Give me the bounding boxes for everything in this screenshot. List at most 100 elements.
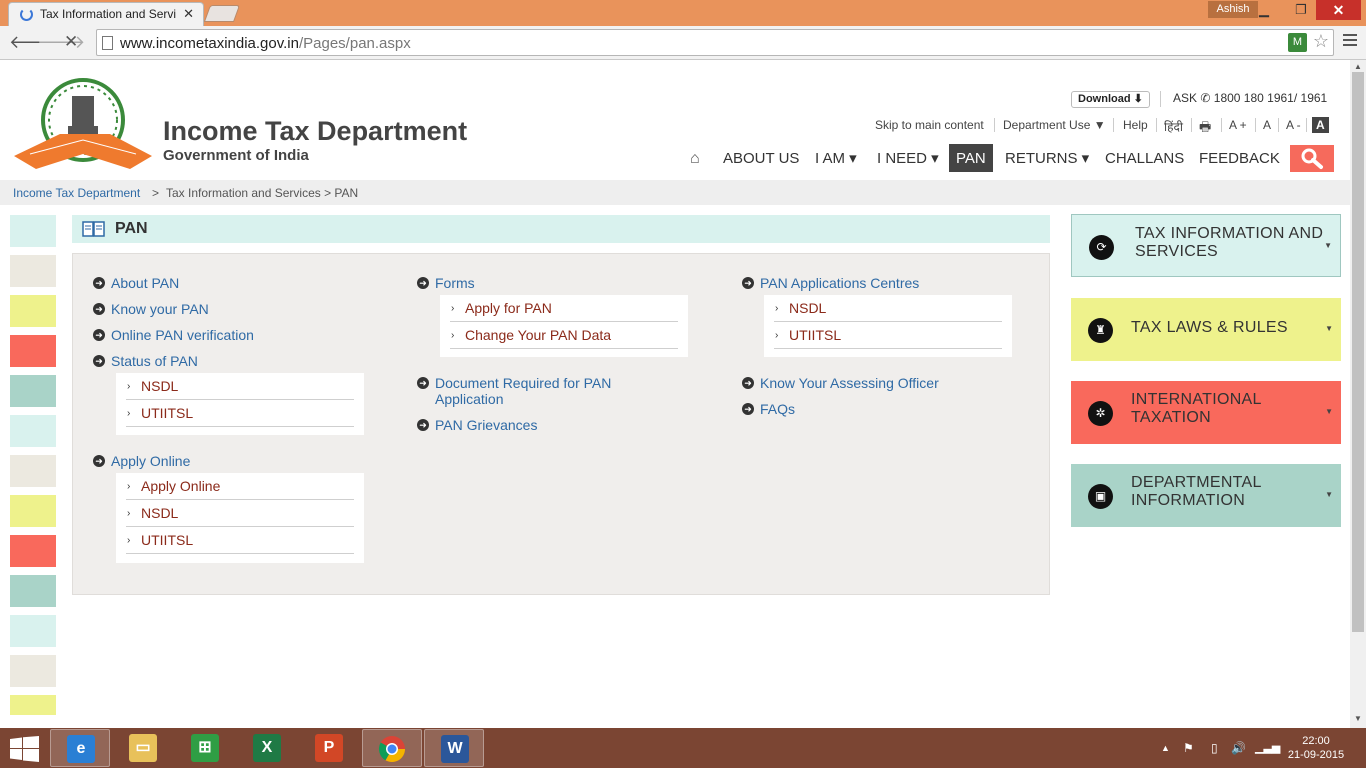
sidebar-international-taxation[interactable]: ✲ INTERNATIONAL TAXATION ▼ <box>1071 381 1341 444</box>
link-apply-online[interactable]: ➜ Apply Online <box>93 453 190 469</box>
sidebar-tax-information[interactable]: ⟳ TAX INFORMATION AND SERVICES ▼ <box>1071 214 1341 277</box>
link-pan-grievances[interactable]: ➜ PAN Grievances <box>417 417 537 433</box>
submenu-item[interactable]: › NSDL <box>774 295 1002 322</box>
site-title[interactable]: Income Tax Department <box>163 116 467 147</box>
windows-start-icon[interactable] <box>10 736 39 762</box>
chrome-menu-icon[interactable] <box>1343 34 1357 49</box>
sidebar-departmental-information[interactable]: ▣ DEPARTMENTAL INFORMATION ▼ <box>1071 464 1341 527</box>
extension-icon[interactable]: M <box>1288 33 1307 52</box>
chevron-right-icon: › <box>451 330 455 341</box>
url-text[interactable]: www.incometaxindia.gov.in/Pages/pan.aspx <box>120 35 411 52</box>
stop-icon[interactable]: ✕ <box>64 32 78 52</box>
browser-toolbar: 🡐 🡒 ✕ www.incometaxindia.gov.in/Pages/pa… <box>0 26 1366 60</box>
browser-tab[interactable]: Tax Information and Servi ✕ <box>8 2 204 26</box>
color-swatch <box>10 615 56 647</box>
print-icon[interactable]: 🖶 <box>1199 118 1211 140</box>
browser-titlebar: Tax Information and Servi ✕ Ashish ▁ ❐ ✕ <box>0 0 1366 26</box>
address-bar[interactable]: www.incometaxindia.gov.in/Pages/pan.aspx… <box>96 29 1334 56</box>
high-contrast-button[interactable]: A <box>1312 117 1329 133</box>
search-button[interactable] <box>1290 145 1334 172</box>
close-window-button[interactable]: ✕ <box>1316 0 1361 20</box>
store-icon: ⊞ <box>191 734 219 762</box>
bookmark-star-icon[interactable]: ☆ <box>1313 31 1329 52</box>
volume-icon[interactable]: 🔊 <box>1231 741 1246 755</box>
nav-challans[interactable]: CHALLANS <box>1105 144 1184 172</box>
network-signal-icon[interactable]: ▁▃▅ <box>1255 741 1280 754</box>
scroll-down-icon[interactable]: ▼ <box>1354 714 1362 723</box>
sidebar-label: TAX INFORMATION AND SERVICES <box>1135 225 1324 260</box>
divider <box>1191 118 1192 132</box>
nav-i-am[interactable]: I AM ▾ <box>815 144 857 172</box>
sidebar-tax-laws[interactable]: ♜ TAX LAWS & RULES ▼ <box>1071 298 1341 361</box>
link-online-pan-verification[interactable]: ➜ Online PAN verification <box>93 327 254 343</box>
submenu-item[interactable]: › Change Your PAN Data <box>450 322 678 349</box>
hindi-link[interactable]: हिंदी <box>1164 118 1183 135</box>
minimize-button[interactable]: ▁ <box>1250 0 1278 20</box>
link-about-pan[interactable]: ➜ About PAN <box>93 275 179 291</box>
nav-about-us[interactable]: ABOUT US <box>723 144 799 172</box>
breadcrumb: Income Tax Department > Tax Information … <box>0 180 1350 205</box>
services-icon: ⟳ <box>1089 235 1114 260</box>
skip-link[interactable]: Skip to main content <box>875 118 984 132</box>
color-swatch <box>10 415 56 447</box>
link-faqs[interactable]: ➜ FAQs <box>742 401 795 417</box>
taskbar-file-explorer[interactable]: ▭ <box>113 729 173 767</box>
link-document-required[interactable]: ➜ Document Required for PAN Application <box>417 375 645 407</box>
tray-expand-icon[interactable]: ▲ <box>1161 743 1170 753</box>
scroll-up-icon[interactable]: ▲ <box>1354 62 1362 71</box>
caret-down-icon: ▼ <box>1324 241 1332 250</box>
home-icon[interactable]: ⌂ <box>690 144 700 172</box>
laws-icon: ♜ <box>1088 318 1113 343</box>
taskbar-word[interactable]: W <box>424 729 484 767</box>
battery-icon[interactable]: ▯ <box>1211 741 1218 755</box>
link-know-your-pan[interactable]: ➜ Know your PAN <box>93 301 209 317</box>
link-pan-application-centres[interactable]: ➜ PAN Applications Centres <box>742 275 919 291</box>
nav-i-need[interactable]: I NEED ▾ <box>877 144 939 172</box>
download-button[interactable]: Download ⬇ <box>1071 91 1150 108</box>
font-increase-button[interactable]: A + <box>1229 118 1247 132</box>
divider <box>1306 118 1307 132</box>
link-status-of-pan[interactable]: ➜ Status of PAN <box>93 353 198 369</box>
taskbar-excel[interactable]: X <box>237 729 297 767</box>
breadcrumb-current: Tax Information and Services > PAN <box>166 186 359 200</box>
page-scrollbar[interactable]: ▲ ▼ <box>1350 60 1366 728</box>
clock-time: 22:00 <box>1302 735 1330 747</box>
submenu-item[interactable]: › NSDL <box>126 373 354 400</box>
nav-returns[interactable]: RETURNS ▾ <box>1005 144 1089 172</box>
link-know-assessing-officer[interactable]: ➜ Know Your Assessing Officer <box>742 375 939 391</box>
color-swatch <box>10 455 56 487</box>
submenu-item[interactable]: › NSDL <box>126 500 354 527</box>
forms-submenu: › Apply for PAN › Change Your PAN Data <box>440 295 688 357</box>
submenu-item[interactable]: › UTIITSL <box>126 400 354 427</box>
taskbar-powerpoint[interactable]: P <box>299 729 359 767</box>
chevron-right-icon: › <box>775 303 779 314</box>
tab-title: Tax Information and Servi <box>40 7 177 21</box>
nav-pan[interactable]: PAN <box>949 144 993 172</box>
help-link[interactable]: Help <box>1123 118 1148 132</box>
arrow-circle-icon: ➜ <box>93 355 105 367</box>
taskbar-chrome[interactable] <box>362 729 422 767</box>
breadcrumb-home[interactable]: Income Tax Department <box>13 186 140 200</box>
scrollbar-thumb[interactable] <box>1352 72 1364 632</box>
arrow-circle-icon: ➜ <box>417 377 429 389</box>
arrow-circle-icon: ➜ <box>742 403 754 415</box>
divider <box>1113 118 1114 132</box>
font-normal-button[interactable]: A <box>1263 118 1271 132</box>
action-center-flag-icon[interactable]: ⚑ <box>1183 741 1194 755</box>
nav-feedback[interactable]: FEEDBACK <box>1199 144 1280 172</box>
taskbar-store[interactable]: ⊞ <box>175 729 235 767</box>
department-use-dropdown[interactable]: Department Use ▼ <box>1003 118 1106 132</box>
submenu-item[interactable]: › Apply for PAN <box>450 295 678 322</box>
restore-button[interactable]: ❐ <box>1287 0 1315 20</box>
tab-close-icon[interactable]: ✕ <box>183 6 194 22</box>
link-forms[interactable]: ➜ Forms <box>417 275 475 291</box>
arrow-circle-icon: ➜ <box>93 303 105 315</box>
taskbar-internet-explorer[interactable]: e <box>50 729 110 767</box>
font-decrease-button[interactable]: A - <box>1286 118 1301 132</box>
submenu-item[interactable]: › UTIITSL <box>774 322 1002 349</box>
submenu-item[interactable]: › UTIITSL <box>126 527 354 554</box>
new-tab-button[interactable] <box>203 5 241 22</box>
system-clock[interactable]: 22:00 21-09-2015 <box>1286 734 1346 762</box>
divider <box>1156 118 1157 132</box>
submenu-item[interactable]: › Apply Online <box>126 473 354 500</box>
